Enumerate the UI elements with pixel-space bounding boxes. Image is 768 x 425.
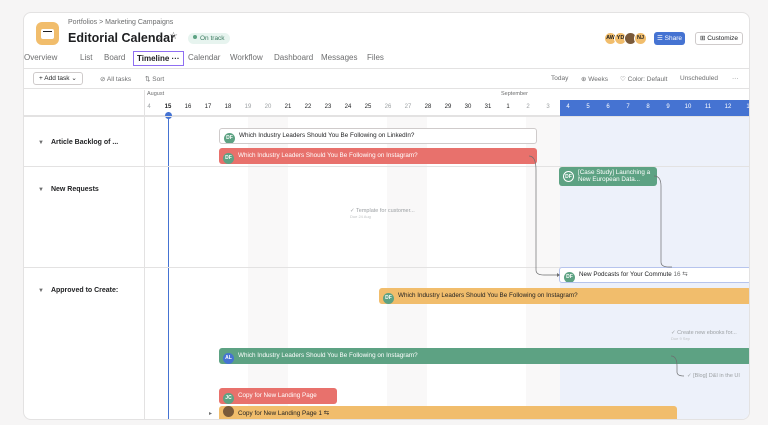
dependency-arrow — [528, 155, 557, 276]
palette-icon: ♡ — [620, 76, 628, 83]
chevron-down-icon[interactable]: ⌄ — [71, 75, 76, 82]
app-frame: Portfolios > Marketing Campaigns Editori… — [23, 12, 750, 420]
tab-messages[interactable]: Messages — [321, 53, 357, 62]
all-tasks-filter[interactable]: ⊘ All tasks — [100, 75, 131, 83]
dependency-arrow — [670, 355, 685, 377]
tab-overview[interactable]: Overview — [24, 53, 57, 62]
today-button[interactable]: Today — [551, 75, 568, 82]
project-tabs: Overview List Board Timeline ··· Calenda… — [24, 51, 749, 69]
status-badge[interactable]: On track — [188, 33, 230, 44]
project-icon — [36, 22, 59, 45]
chevron-down-icon[interactable]: ⌄ — [155, 33, 162, 42]
breadcrumb[interactable]: Portfolios > Marketing Campaigns — [68, 19, 173, 26]
more-options-icon[interactable]: ··· — [732, 75, 739, 82]
share-button[interactable]: ☰ Share — [654, 32, 685, 45]
timeline-grid: August September 4 15 16 17 18 19 20 21 … — [24, 90, 749, 419]
unscheduled-button[interactable]: Unscheduled — [680, 75, 718, 82]
add-task-button[interactable]: + Add task ⌄ — [33, 72, 83, 85]
dependency-arrow — [653, 175, 672, 268]
tab-files[interactable]: Files — [367, 53, 384, 62]
tab-timeline[interactable]: Timeline ··· — [133, 51, 184, 66]
tab-list[interactable]: List — [80, 53, 92, 62]
dependency-connectors — [528, 155, 685, 377]
tab-workflow[interactable]: Workflow — [230, 53, 263, 62]
sort-button[interactable]: ⇅ Sort — [145, 75, 164, 83]
tab-board[interactable]: Board — [104, 53, 125, 62]
tab-calendar[interactable]: Calendar — [188, 53, 220, 62]
customize-button[interactable]: ⊞ Customize — [695, 32, 743, 45]
star-icon[interactable]: ☆ — [169, 31, 178, 42]
avatar[interactable]: NJ — [634, 32, 647, 45]
more-icon[interactable]: ··· — [172, 54, 180, 63]
arrow-head-icon — [557, 273, 560, 277]
color-button[interactable]: ♡ Color: Default — [620, 75, 667, 83]
check-circle-icon: ⊘ — [100, 76, 107, 83]
zoom-weeks-button[interactable]: ⊕ Weeks — [581, 75, 608, 83]
member-avatars[interactable]: AW YD NJ — [604, 32, 647, 45]
tab-dashboard[interactable]: Dashboard — [274, 53, 313, 62]
share-icon: ☰ — [657, 35, 665, 42]
timeline-toolbar: + Add task ⌄ ⊘ All tasks ⇅ Sort Today ⊕ … — [24, 69, 749, 89]
